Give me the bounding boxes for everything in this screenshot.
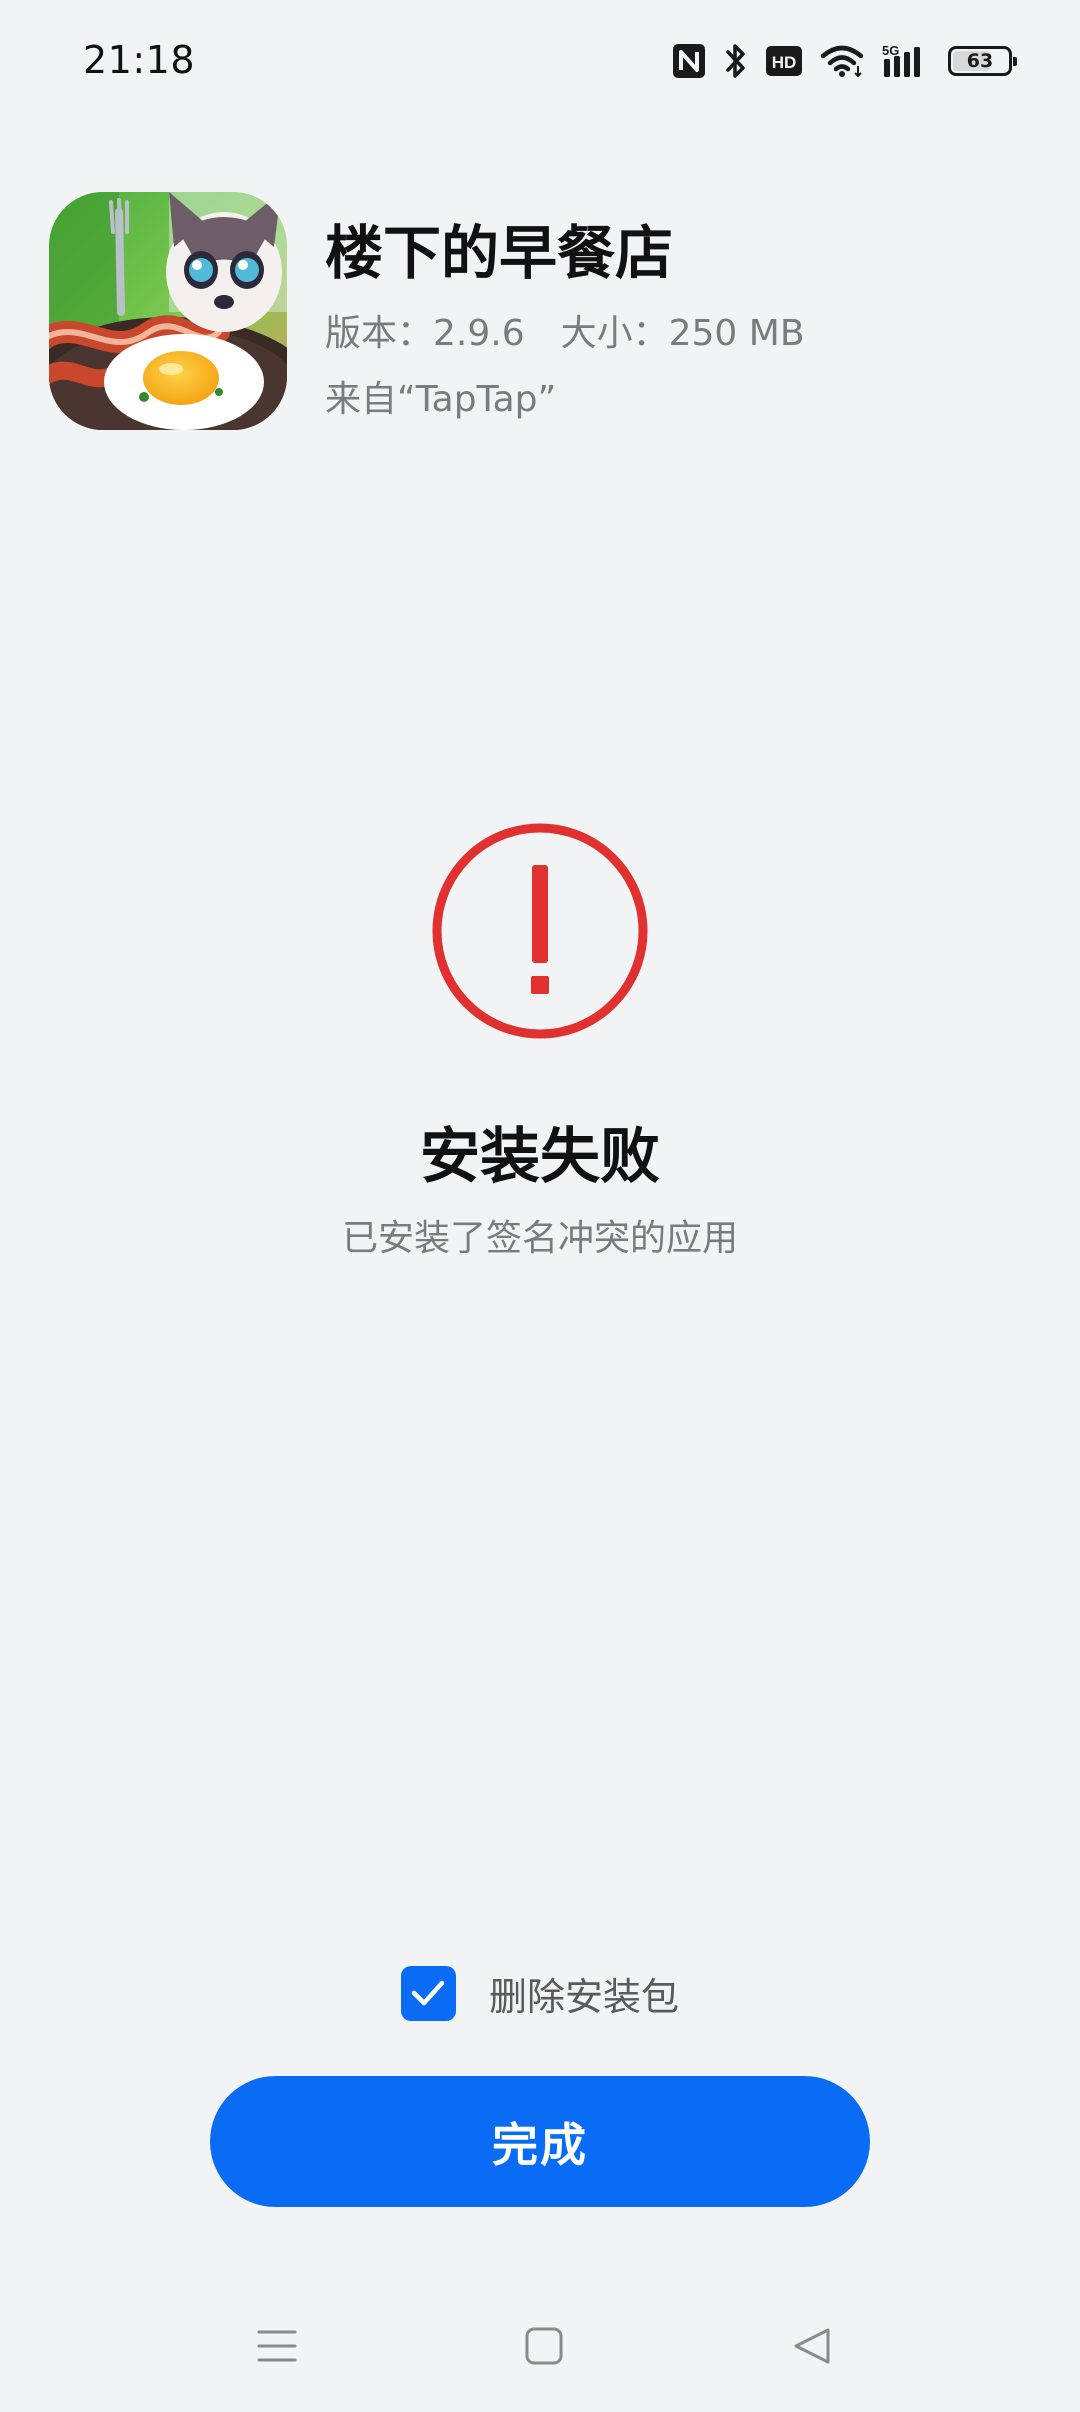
home-icon xyxy=(525,2327,563,2365)
menu-button[interactable] xyxy=(247,2316,307,2376)
status-icons: HD 5G 63 xyxy=(672,40,1017,82)
back-icon xyxy=(794,2328,830,2364)
app-source: 来自“TapTap” xyxy=(325,379,557,420)
app-meta: 版本：2.9.6 大小：250 MB xyxy=(325,304,805,356)
nfc-icon xyxy=(673,44,705,78)
menu-icon xyxy=(257,2330,297,2362)
delete-package-option[interactable]: 删除安装包 xyxy=(0,1965,1080,2021)
delete-package-checkbox[interactable] xyxy=(400,1965,456,2021)
home-button[interactable] xyxy=(514,2316,574,2376)
hd-icon: HD xyxy=(766,46,802,76)
svg-text:5G: 5G xyxy=(882,43,899,58)
app-size: 大小：250 MB xyxy=(560,313,805,354)
checkmark-icon xyxy=(412,1980,445,2006)
delete-package-label: 删除安装包 xyxy=(488,1974,679,2019)
5g-signal-icon: 5G xyxy=(882,43,920,77)
app-version: 版本：2.9.6 xyxy=(325,313,525,354)
svg-text:HD: HD xyxy=(772,53,797,72)
app-icon xyxy=(49,192,287,430)
result-message: 已安装了签名冲突的应用 xyxy=(341,1218,738,1259)
result-title: 安装失败 xyxy=(420,1122,660,1192)
error-icon xyxy=(432,823,648,1039)
wifi-icon xyxy=(820,45,864,78)
app-name: 楼下的早餐店 xyxy=(325,219,674,287)
battery-level: 63 xyxy=(966,49,994,72)
status-bar: 21:18 HD 5G 63 xyxy=(0,0,1080,124)
bluetooth-icon xyxy=(726,44,745,78)
status-time: 21:18 xyxy=(83,38,196,82)
battery-icon: 63 xyxy=(948,46,1017,76)
back-button[interactable] xyxy=(782,2316,842,2376)
done-button[interactable]: 完成 xyxy=(210,2076,870,2207)
